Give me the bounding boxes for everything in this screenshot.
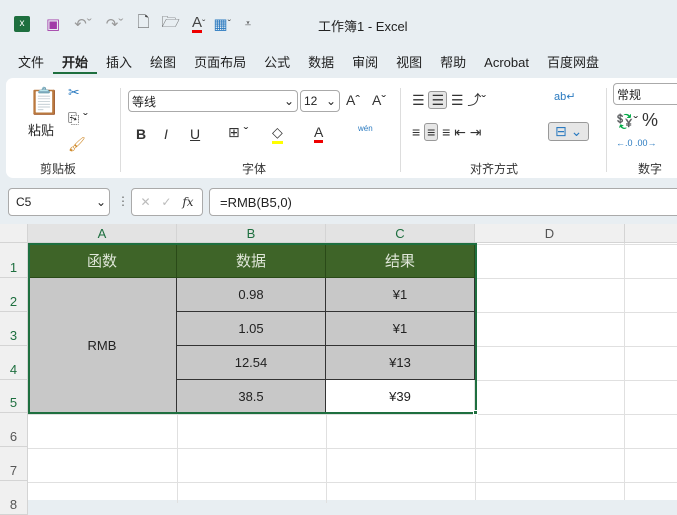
cell-c5-active[interactable]: ¥39 [326, 380, 475, 413]
chevron-down-icon: ⌄ [283, 94, 294, 108]
row-header-3[interactable]: 3 [0, 312, 28, 346]
tab-file[interactable]: 文件 [9, 52, 53, 74]
font-group-label: 字体 [242, 162, 267, 176]
select-all-button[interactable] [0, 224, 28, 243]
bold-button[interactable]: B [136, 126, 146, 142]
row-header-7[interactable]: 7 [0, 447, 28, 481]
window-title: 工作簿1 - Excel [318, 19, 408, 34]
customize-toolbar-icon[interactable]: ⩡ [245, 18, 251, 31]
chevron-down-icon: ⌄ [325, 94, 336, 108]
name-box[interactable]: C5 ⌄ [8, 188, 110, 216]
align-left-icon[interactable]: ≡ ≡ ≡ ⇤ ⇥ [412, 123, 482, 141]
cell-b5[interactable]: 38.5 [177, 380, 326, 413]
ribbon: 📋 粘贴 ✂ ⎘ ˇ 🖌 剪贴板 等线 ⌄ 12 ⌄ Aˆ Aˇ B I U ⊞ ˇ… [6, 78, 677, 178]
column-header-e[interactable] [625, 224, 677, 243]
cell-b3[interactable]: 1.05 [177, 312, 326, 346]
font-size-select[interactable]: 12 ⌄ [300, 90, 340, 112]
quick-access-toolbar: x ▣ ↶ˇ ↷ˇ 🗋 🗁 Aˇ ▦ ˇ ⩡ [14, 12, 251, 36]
row-header-1[interactable]: 1 [0, 243, 28, 278]
alignment-group-label: 对齐方式 [470, 162, 519, 176]
redo-icon[interactable]: ↷ˇ [106, 15, 124, 33]
row-header-8[interactable]: 8 [0, 481, 28, 515]
fill-handle[interactable] [473, 410, 478, 415]
tab-acrobat[interactable]: Acrobat [475, 52, 538, 74]
cell-a2-merged[interactable]: RMB [28, 278, 177, 413]
tab-baidu[interactable]: 百度网盘 [538, 52, 608, 74]
enter-icon[interactable]: ✓ [161, 195, 171, 209]
borders-icon[interactable]: ▦ [213, 15, 227, 33]
worksheet-grid: A B C D 1 2 3 4 5 6 7 8 函数 数据 结果 RMB 0.9… [0, 224, 677, 515]
cell-c2[interactable]: ¥1 [326, 278, 475, 312]
font-color-icon[interactable]: A [192, 15, 203, 33]
number-format-select[interactable]: 常规 [613, 83, 677, 105]
clipboard-group-label: 剪贴板 [40, 162, 77, 176]
ribbon-tabs: 文件 开始 插入 绘图 页面布局 公式 数据 审阅 视图 帮助 Acrobat … [9, 52, 608, 74]
cell-a1[interactable]: 函数 [28, 243, 177, 278]
undo-icon[interactable]: ↶ˇ [74, 15, 92, 33]
insert-function-button[interactable]: fx [182, 195, 193, 209]
save-icon[interactable]: ▣ [46, 15, 60, 33]
cell-c1[interactable]: 结果 [326, 243, 475, 278]
underline-button[interactable]: U [190, 126, 200, 142]
cell-b1[interactable]: 数据 [177, 243, 326, 278]
italic-button[interactable]: I [164, 126, 168, 142]
tab-home[interactable]: 开始 [53, 52, 98, 74]
font-name-select[interactable]: 等线 ⌄ [128, 90, 298, 112]
fill-color-icon[interactable]: ◇ [272, 124, 283, 144]
more-icon: ⋮ [117, 194, 129, 208]
borders-icon[interactable]: ⊞ ˇ [228, 124, 248, 141]
align-top-icon[interactable]: ☰ ☰ ☰ ⤴ˇ [412, 90, 486, 110]
cell-c4[interactable]: ¥13 [326, 346, 475, 380]
tab-draw[interactable]: 绘图 [141, 52, 185, 74]
formula-buttons: ✕ ✓ fx [131, 188, 203, 216]
column-header-b[interactable]: B [177, 224, 326, 243]
column-header-c[interactable]: C [326, 224, 475, 243]
wrap-text-icon[interactable]: ab↵ [554, 90, 575, 103]
row-header-6[interactable]: 6 [0, 413, 28, 447]
tab-insert[interactable]: 插入 [97, 52, 141, 74]
cell-b2[interactable]: 0.98 [177, 278, 326, 312]
merge-center-button[interactable]: ⊟ ⌄ [548, 122, 590, 141]
new-file-icon[interactable]: 🗋 [137, 12, 149, 37]
cell-c3[interactable]: ¥1 [326, 312, 475, 346]
format-painter-icon[interactable]: 🖌 [68, 136, 86, 153]
tab-page-layout[interactable]: 页面布局 [185, 52, 255, 74]
percent-icon[interactable]: 💱ˇ % [616, 110, 658, 131]
open-folder-icon[interactable]: 🗁 [161, 12, 180, 37]
decimal-icon[interactable]: ←.0 .00→ [616, 138, 657, 148]
paste-button[interactable]: 粘贴 [28, 120, 54, 139]
copy-icon[interactable]: ⎘ ˇ [68, 110, 88, 127]
row-header-2[interactable]: 2 [0, 278, 28, 312]
font-color-icon[interactable]: A [314, 124, 324, 143]
tab-formulas[interactable]: 公式 [255, 52, 299, 74]
tab-help[interactable]: 帮助 [431, 52, 475, 74]
tab-review[interactable]: 审阅 [343, 52, 387, 74]
excel-logo-icon: x [14, 16, 30, 32]
increase-font-icon[interactable]: Aˆ [346, 92, 360, 108]
chevron-down-icon: ⌄ [95, 195, 106, 209]
tab-view[interactable]: 视图 [387, 52, 431, 74]
phonetic-icon[interactable]: wén [358, 124, 373, 133]
column-header-a[interactable]: A [28, 224, 177, 243]
row-header-5[interactable]: 5 [0, 380, 28, 413]
number-group-label: 数字 [638, 162, 663, 176]
cell-b4[interactable]: 12.54 [177, 346, 326, 380]
decrease-font-icon[interactable]: Aˇ [372, 92, 386, 108]
tab-data[interactable]: 数据 [299, 52, 343, 74]
formula-input[interactable]: =RMB(B5,0) [209, 188, 677, 216]
cut-icon[interactable]: ✂ [68, 84, 80, 101]
cancel-icon[interactable]: ✕ [140, 195, 150, 209]
column-header-d[interactable]: D [475, 224, 625, 243]
paste-icon[interactable]: 📋 [28, 86, 60, 117]
row-header-4[interactable]: 4 [0, 346, 28, 380]
